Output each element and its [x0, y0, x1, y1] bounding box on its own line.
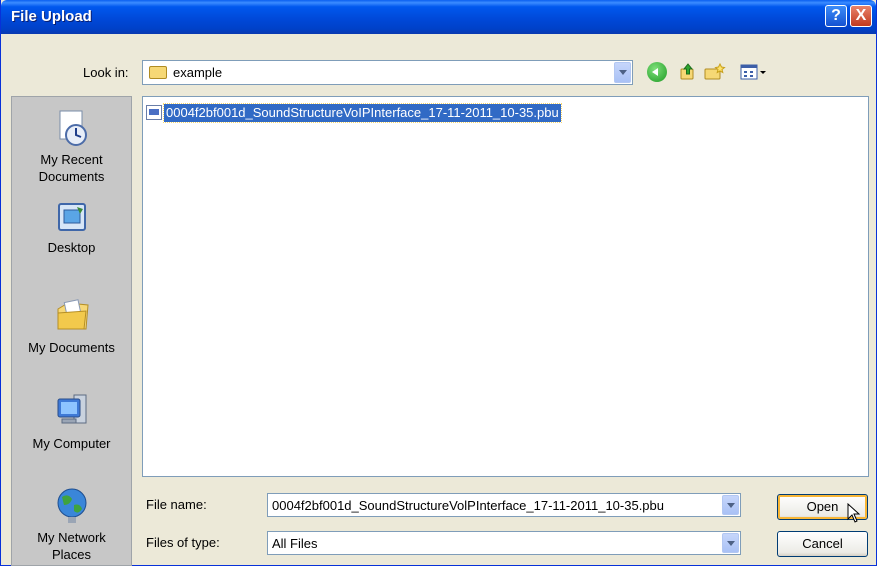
look-in-label: Look in: [83, 65, 129, 80]
place-label: My Network [37, 530, 106, 545]
files-of-type-label: Files of type: [146, 535, 220, 550]
file-name-field[interactable]: 0004f2bf001d_SoundStructureVolPInterface… [267, 493, 741, 517]
desktop-icon [57, 203, 86, 231]
place-label: Documents [38, 169, 105, 184]
folder-icon [149, 66, 167, 79]
up-folder-icon[interactable] [677, 62, 697, 82]
title-bar[interactable]: File Upload ? X [1, 0, 876, 34]
place-label: My Documents [28, 340, 115, 355]
look-in-value: example [173, 65, 223, 80]
pbu-file-icon [146, 105, 162, 120]
look-in-dropdown[interactable]: example [142, 60, 633, 85]
places-bar: My Recent Documents Desktop My Documents… [11, 96, 132, 566]
window-title: File Upload [11, 8, 92, 25]
place-my-network[interactable]: My Network Places [12, 485, 131, 563]
views-menu-icon[interactable] [739, 62, 769, 82]
my-documents-icon [57, 299, 89, 330]
file-name-value[interactable]: 0004f2bf001d_SoundStructureVolPInterface… [272, 498, 664, 513]
place-label: My Recent [40, 152, 103, 167]
network-places-icon [57, 488, 86, 523]
back-icon[interactable] [647, 62, 667, 82]
place-my-computer[interactable]: My Computer [12, 391, 131, 452]
place-label: Places [51, 547, 92, 562]
place-desktop[interactable]: Desktop [12, 201, 131, 256]
recent-documents-icon [59, 110, 87, 146]
new-folder-icon[interactable] [703, 62, 726, 82]
file-upload-dialog: File Upload ? X Look in: example My Rece… [0, 0, 877, 566]
place-label: My Computer [32, 436, 111, 451]
file-name-text[interactable]: 0004f2bf001d_SoundStructureVoIPInterface… [163, 103, 562, 123]
cancel-button[interactable]: Cancel [777, 531, 868, 557]
file-list[interactable]: 0004f2bf001d_SoundStructureVoIPInterface… [142, 96, 869, 477]
files-of-type-value: All Files [272, 536, 318, 551]
file-name-label: File name: [146, 497, 207, 512]
chevron-down-icon[interactable] [722, 495, 739, 515]
my-computer-icon [57, 394, 86, 424]
place-label: Desktop [47, 240, 96, 255]
mouse-cursor-icon [847, 503, 861, 523]
close-button[interactable]: X [850, 5, 872, 27]
help-button[interactable]: ? [825, 5, 847, 27]
chevron-down-icon[interactable] [722, 533, 739, 553]
files-of-type-dropdown[interactable]: All Files [267, 531, 741, 555]
chevron-down-icon[interactable] [614, 62, 631, 83]
place-recent-documents[interactable]: My Recent Documents [12, 109, 131, 185]
place-my-documents[interactable]: My Documents [12, 295, 131, 356]
